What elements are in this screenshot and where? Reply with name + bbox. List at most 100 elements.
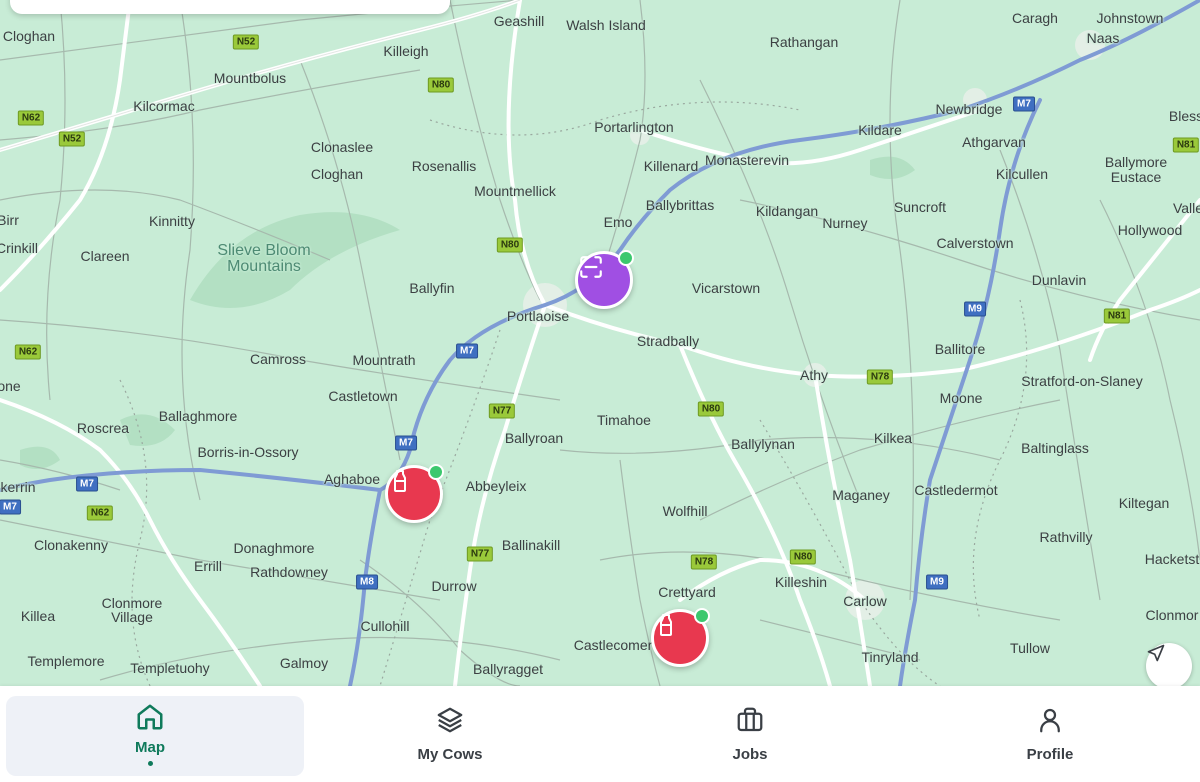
road-shield: N80 xyxy=(427,77,455,93)
road-shield: N77 xyxy=(488,403,516,419)
place-label: Ballybrittas xyxy=(645,197,715,213)
place-label: Ballymore Eustace xyxy=(1104,154,1168,185)
road-shield: M9 xyxy=(964,301,986,317)
place-label: Killeigh xyxy=(383,43,429,59)
place-label: Errill xyxy=(194,558,222,574)
place-label: Hollywood xyxy=(1117,222,1183,238)
road-shield: M9 xyxy=(926,574,948,590)
place-label: Tinryland xyxy=(861,649,919,665)
place-label: Rathvilly xyxy=(1039,529,1093,545)
region-label: Slieve Bloom Mountains xyxy=(217,242,311,275)
place-label: Killea xyxy=(20,608,56,624)
place-label: Stradbally xyxy=(636,333,700,349)
place-label: Hacketst xyxy=(1144,551,1200,567)
place-label: Ballitore xyxy=(934,341,986,357)
place-label: Mountmellick xyxy=(474,183,556,199)
place-label: Rosenallis xyxy=(411,158,477,174)
place-label: Emo xyxy=(603,214,633,230)
nav-item-map[interactable]: Map xyxy=(0,686,304,782)
locate-me-button[interactable] xyxy=(1146,643,1192,686)
place-label: Maganey xyxy=(832,487,890,503)
place-label: Dunlavin xyxy=(1031,272,1087,288)
status-dot xyxy=(428,464,444,480)
place-label: Moone xyxy=(939,390,983,406)
road-shield: N80 xyxy=(697,401,725,417)
place-label: one xyxy=(0,378,21,394)
road-shield: N62 xyxy=(86,505,114,521)
road-shield: N77 xyxy=(466,546,494,562)
place-label: Kinnitty xyxy=(149,213,195,229)
place-label: Galmoy xyxy=(279,655,329,671)
nav-label: My Cows xyxy=(417,746,483,763)
place-label: Templetuohy xyxy=(130,660,210,676)
place-label: Killenard xyxy=(643,158,699,174)
home-icon xyxy=(135,702,165,737)
road-shield: N52 xyxy=(58,131,86,147)
nav-item-profile[interactable]: Profile xyxy=(900,686,1200,782)
place-label: Naas xyxy=(1086,30,1120,46)
user-icon xyxy=(1035,705,1065,740)
place-label: Cullohill xyxy=(360,618,410,634)
place-label: Kildare xyxy=(858,122,902,138)
road-shield: M7 xyxy=(1013,96,1035,112)
place-label: Suncroft xyxy=(893,199,947,215)
search-panel[interactable] xyxy=(10,0,450,14)
place-label: Birr xyxy=(0,212,19,228)
place-label: Templemore xyxy=(27,653,105,669)
place-label: Portarlington xyxy=(594,119,674,135)
place-label: Kiltegan xyxy=(1118,495,1170,511)
road-shield: N81 xyxy=(1172,137,1200,153)
place-label: Timahoe xyxy=(597,412,651,428)
bottom-nav: Map My Cows Jobs Profile xyxy=(0,686,1200,782)
place-label: Ballylynan xyxy=(731,436,795,452)
nav-label: Map xyxy=(135,739,165,756)
road-shield: M7 xyxy=(0,499,21,515)
milk-marker-castlecomer[interactable] xyxy=(651,608,710,667)
nav-label: Jobs xyxy=(732,746,768,763)
place-label: Caragh xyxy=(1012,10,1058,26)
place-label: Crettyard xyxy=(658,584,716,600)
place-label: Crinkill xyxy=(0,240,38,256)
place-label: Durrow xyxy=(431,578,477,594)
place-label: Donaghmore xyxy=(233,540,315,556)
place-label: Ballinakill xyxy=(501,537,561,553)
milk-marker-aghaboe[interactable] xyxy=(385,464,444,523)
place-label: Baltinglass xyxy=(1021,440,1089,456)
road-shield: N80 xyxy=(496,237,524,253)
place-label: Calverstown xyxy=(936,235,1014,251)
place-label: Newbridge xyxy=(935,101,1003,117)
place-label: Kilcullen xyxy=(995,166,1049,182)
place-label: Castlecomer xyxy=(573,637,653,653)
map-view[interactable]: Geashill Walsh Island Caragh Johnstown C… xyxy=(0,0,1200,686)
road-shield: M7 xyxy=(456,343,478,359)
road-shield: N78 xyxy=(690,554,718,570)
place-label: Borris-in-Ossory xyxy=(197,444,299,460)
layers-icon xyxy=(435,705,465,740)
place-label: Ballyfin xyxy=(409,280,455,296)
nav-item-my-cows[interactable]: My Cows xyxy=(300,686,600,782)
road-shield: N62 xyxy=(17,110,45,126)
road-shield: N80 xyxy=(789,549,817,565)
nav-label: Profile xyxy=(1026,746,1074,763)
place-label: Mountrath xyxy=(352,352,416,368)
place-label: Athgarvan xyxy=(962,134,1026,150)
place-label: Rathangan xyxy=(769,34,839,50)
road-shield: N62 xyxy=(14,344,42,360)
scan-marker[interactable] xyxy=(575,250,634,309)
road-shield: M7 xyxy=(395,435,417,451)
place-label: Mountbolus xyxy=(213,70,287,86)
place-label: Johnstown xyxy=(1096,10,1164,26)
place-label: Kildangan xyxy=(755,203,819,219)
place-label: Vicarstown xyxy=(691,280,761,296)
place-label: Cloghan xyxy=(310,166,364,182)
place-label: Ballyragget xyxy=(472,661,544,677)
place-label: Valle xyxy=(1172,200,1200,216)
place-label: Bless xyxy=(1168,108,1200,124)
place-label: Castledermot xyxy=(914,482,998,498)
road-shield: N52 xyxy=(232,34,260,50)
nav-item-jobs[interactable]: Jobs xyxy=(600,686,900,782)
place-label: Aghaboe xyxy=(323,471,381,487)
road-shield: M7 xyxy=(76,476,98,492)
road-shield: M8 xyxy=(356,574,378,590)
place-label: Clonmore Village xyxy=(101,595,163,625)
